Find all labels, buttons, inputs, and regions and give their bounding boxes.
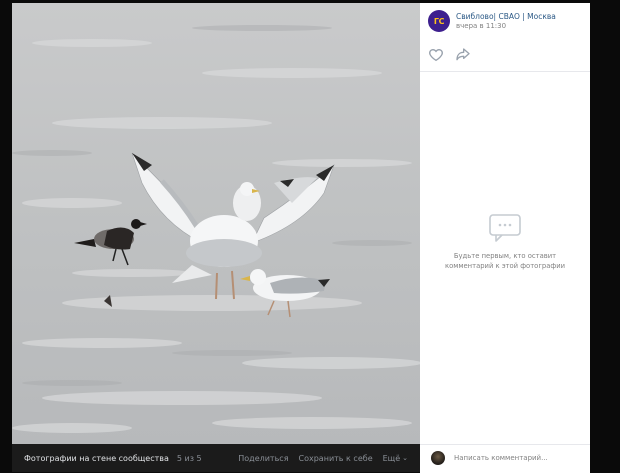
comment-input[interactable] [454, 452, 582, 464]
photo-bottom-bar: Фотографии на стене сообщества 5 из 5 По… [12, 444, 420, 472]
photo-image [12, 3, 420, 444]
comment-bar [420, 444, 590, 473]
more-menu[interactable]: Ещё ⌄ [383, 454, 408, 463]
photo-viewer: Фотографии на стене сообщества 5 из 5 По… [12, 3, 590, 473]
post-time[interactable]: вчера в 11:30 [456, 22, 506, 30]
user-avatar[interactable] [431, 451, 445, 465]
photo-counter: 5 из 5 [176, 453, 202, 463]
album-link[interactable]: Фотографии на стене сообщества [24, 454, 169, 463]
more-label: Ещё [382, 453, 401, 463]
comments-bubble-icon [489, 214, 521, 242]
empty-comments-text: Будьте первым, кто оставит комментарий к… [444, 252, 566, 270]
empty-comments: Будьте первым, кто оставит комментарий к… [420, 213, 590, 271]
heart-icon[interactable] [428, 47, 444, 63]
info-panel: ГС Свиблово| СВАО | Москва вчера в 11:30… [420, 3, 590, 473]
share-link[interactable]: Поделиться [238, 454, 288, 463]
post-actions [420, 41, 590, 72]
photo[interactable] [12, 3, 420, 444]
save-to-self-link[interactable]: Сохранить к себе [299, 454, 373, 463]
community-avatar[interactable]: ГС [428, 10, 450, 32]
chevron-down-icon: ⌄ [402, 454, 408, 462]
share-arrow-icon[interactable] [455, 47, 471, 63]
community-name[interactable]: Свиблово| СВАО | Москва [456, 12, 556, 21]
post-header: ГС Свиблово| СВАО | Москва вчера в 11:30 [420, 3, 590, 38]
